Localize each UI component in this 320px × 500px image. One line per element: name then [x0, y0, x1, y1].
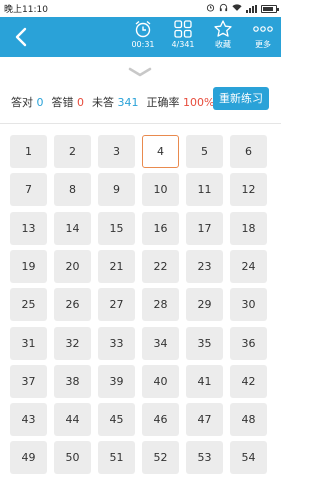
- stat-unanswered-label: 未答: [92, 96, 114, 109]
- question-number-button[interactable]: 10: [142, 173, 179, 207]
- question-grid-button[interactable]: 4/341: [163, 19, 203, 57]
- question-number-button[interactable]: 53: [186, 441, 223, 475]
- stat-correct: 答对 0: [11, 94, 44, 110]
- question-number-button[interactable]: 36: [230, 326, 267, 360]
- answer-sheet-panel: 答对 0 答错 0 未答 341 正确率 100% 重新练习 123456789…: [0, 57, 281, 500]
- headphones-icon: [219, 3, 228, 15]
- question-number-button[interactable]: 22: [142, 249, 179, 283]
- retry-button[interactable]: 重新练习: [213, 87, 269, 110]
- alarm-icon: [206, 3, 215, 15]
- signal-icon: [246, 4, 257, 13]
- question-number-button[interactable]: 42: [230, 364, 267, 398]
- question-number-button[interactable]: 46: [142, 403, 179, 437]
- question-number-button[interactable]: 34: [142, 326, 179, 360]
- question-number-button[interactable]: 8: [54, 173, 91, 207]
- question-number-button[interactable]: 31: [10, 326, 47, 360]
- question-number-button[interactable]: 37: [10, 364, 47, 398]
- question-number-button[interactable]: 45: [98, 403, 135, 437]
- stat-wrong: 答错 0: [52, 94, 85, 110]
- question-number-button[interactable]: 29: [186, 288, 223, 322]
- question-number-button[interactable]: 39: [98, 364, 135, 398]
- question-number-button[interactable]: 23: [186, 249, 223, 283]
- question-number-button[interactable]: 40: [142, 364, 179, 398]
- question-number-button[interactable]: 28: [142, 288, 179, 322]
- question-number-button[interactable]: 5: [186, 135, 223, 168]
- question-number-button[interactable]: 38: [54, 364, 91, 398]
- favorite-label: 收藏: [215, 40, 231, 49]
- divider: [0, 123, 281, 124]
- question-number-button[interactable]: 48: [230, 403, 267, 437]
- status-icons: [206, 3, 279, 15]
- stat-rate-label: 正确率: [146, 96, 180, 109]
- alarm-clock-icon: [135, 20, 151, 38]
- stat-rate: 正确率 100%: [147, 94, 215, 110]
- question-number-button[interactable]: 19: [10, 249, 47, 283]
- collapse-handle[interactable]: [127, 63, 153, 82]
- stat-correct-label: 答对: [11, 96, 33, 109]
- question-number-button[interactable]: 11: [186, 173, 223, 207]
- question-number-button[interactable]: 3: [98, 135, 135, 168]
- grid-icon: [174, 20, 192, 38]
- progress-label: 4/341: [171, 40, 195, 49]
- status-time: 晚上11:10: [4, 5, 48, 15]
- question-number-button[interactable]: 1: [10, 135, 47, 168]
- question-number-button[interactable]: 2: [54, 135, 91, 168]
- question-number-button[interactable]: 52: [142, 441, 179, 475]
- question-number-button[interactable]: 18: [230, 211, 267, 245]
- star-icon: [214, 20, 232, 37]
- timer-button[interactable]: 00:31: [123, 19, 163, 57]
- header-bar: 00:31 4/341 收藏 更多: [0, 17, 281, 57]
- question-number-button[interactable]: 20: [54, 249, 91, 283]
- question-number-button[interactable]: 7: [10, 173, 47, 207]
- status-bar: 晚上11:10: [0, 0, 281, 17]
- question-number-button[interactable]: 35: [186, 326, 223, 360]
- more-button[interactable]: 更多: [243, 19, 283, 57]
- question-number-button[interactable]: 17: [186, 211, 223, 245]
- question-number-button[interactable]: 30: [230, 288, 267, 322]
- question-number-button[interactable]: 49: [10, 441, 47, 475]
- stat-unanswered: 未答 341: [92, 94, 139, 110]
- question-number-button[interactable]: 44: [54, 403, 91, 437]
- question-number-button[interactable]: 4: [142, 135, 179, 168]
- question-number-button[interactable]: 14: [54, 211, 91, 245]
- question-number-button[interactable]: 41: [186, 364, 223, 398]
- question-number-button[interactable]: 9: [98, 173, 135, 207]
- question-number-button[interactable]: 50: [54, 441, 91, 475]
- question-number-button[interactable]: 15: [98, 211, 135, 245]
- stat-correct-value: 0: [36, 96, 44, 109]
- chevron-down-icon: [128, 67, 152, 77]
- more-dots-icon: [253, 26, 273, 32]
- stat-wrong-value: 0: [77, 96, 84, 109]
- battery-icon: [261, 4, 279, 13]
- question-number-button[interactable]: 51: [98, 441, 135, 475]
- question-number-button[interactable]: 27: [98, 288, 135, 322]
- question-number-button[interactable]: 16: [142, 211, 179, 245]
- back-button[interactable]: [10, 25, 34, 49]
- question-number-button[interactable]: 13: [10, 211, 47, 245]
- favorite-button[interactable]: 收藏: [203, 19, 243, 57]
- question-number-button[interactable]: 47: [186, 403, 223, 437]
- question-number-button[interactable]: 32: [54, 326, 91, 360]
- question-number-button[interactable]: 43: [10, 403, 47, 437]
- chevron-left-icon: [15, 27, 27, 47]
- question-number-button[interactable]: 25: [10, 288, 47, 322]
- question-number-button[interactable]: 54: [230, 441, 267, 475]
- question-number-button[interactable]: 12: [230, 173, 267, 207]
- timer-label: 00:31: [131, 40, 155, 49]
- question-number-button[interactable]: 6: [230, 135, 267, 168]
- stat-unanswered-value: 341: [117, 96, 139, 109]
- question-number-button[interactable]: 26: [54, 288, 91, 322]
- question-number-button[interactable]: 24: [230, 249, 267, 283]
- question-number-button[interactable]: 33: [98, 326, 135, 360]
- more-label: 更多: [255, 40, 271, 49]
- stat-rate-value: 100%: [183, 96, 215, 109]
- stat-wrong-label: 答错: [51, 96, 74, 109]
- wifi-icon: [232, 3, 242, 15]
- question-number-button[interactable]: 21: [98, 249, 135, 283]
